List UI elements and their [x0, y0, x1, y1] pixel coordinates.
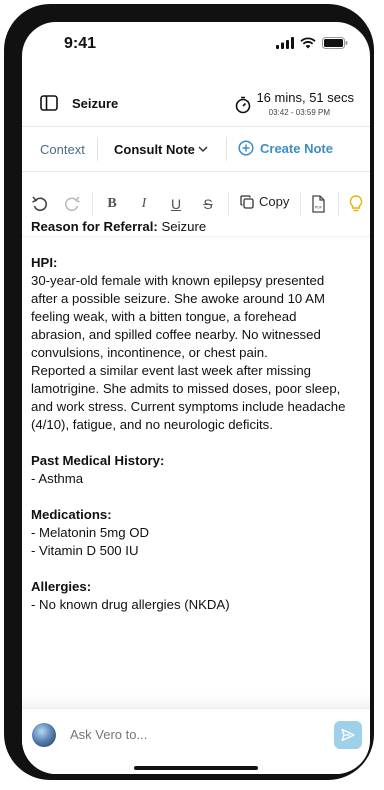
toolbar-divider: [300, 192, 301, 216]
copy-button[interactable]: Copy: [240, 194, 289, 209]
hpi-line: and work stress. Current symptoms includ…: [31, 399, 346, 414]
svg-text:PDF: PDF: [315, 205, 323, 209]
hpi-line: 30-year-old female with known epilepsy p…: [31, 273, 325, 288]
hpi-line: Reported a similar event last week after…: [31, 363, 311, 378]
hpi-line: feeling weak, with a bitten tongue, a fo…: [31, 309, 297, 324]
wifi-icon: [300, 37, 316, 49]
allergy-item: - No known drug allergies (NKDA): [31, 597, 230, 612]
chat-input[interactable]: [70, 727, 270, 742]
medication-item: - Vitamin D 500 IU: [31, 543, 139, 558]
stopwatch-icon: [235, 96, 251, 114]
underline-icon[interactable]: U: [166, 194, 186, 214]
toolbar-divider: [228, 192, 229, 216]
toolbar-divider: [92, 192, 93, 216]
content-fade: [22, 694, 370, 708]
hpi-line: abrasion, and spilled coffee nearby. No …: [31, 327, 321, 342]
note-type-select[interactable]: Consult Note: [114, 142, 195, 157]
hpi-line: lamotrigine. She admits to missed doses,…: [31, 381, 341, 396]
copy-label: Copy: [259, 194, 290, 209]
send-icon: [341, 728, 355, 742]
undo-icon[interactable]: [30, 194, 50, 214]
timer-duration: 16 mins, 51 secs: [256, 90, 354, 105]
bold-icon[interactable]: B: [102, 194, 122, 214]
toolbar-divider: [338, 192, 339, 216]
chat-bar: [22, 708, 370, 774]
hpi-line: after a possible seizure. She awoke arou…: [31, 291, 325, 306]
phone-frame: 9:41 Seizure 16 mins, 51 secs 03:42 - 03…: [4, 4, 374, 780]
home-indicator: [134, 766, 258, 770]
tab-divider: [97, 137, 98, 161]
plus-circle-icon: [238, 140, 254, 156]
session-header: Seizure 16 mins, 51 secs 03:42 - 03:59 P…: [22, 82, 370, 127]
hpi-line: convulsions, incontinence, or chest pain…: [31, 345, 268, 360]
hpi-heading: HPI:: [31, 255, 58, 270]
timer-range: 03:42 - 03:59 PM: [268, 108, 330, 117]
lightbulb-icon[interactable]: [346, 194, 366, 214]
reason-label: Reason for Referral:: [31, 219, 158, 234]
status-icons: [276, 37, 348, 49]
strikethrough-icon[interactable]: S: [198, 194, 218, 214]
copy-icon: [240, 194, 254, 209]
pmh-item: - Asthma: [31, 471, 84, 486]
tab-context[interactable]: Context: [40, 142, 85, 157]
pmh-heading: Past Medical History:: [31, 453, 165, 468]
sidebar-toggle-icon[interactable]: [40, 94, 58, 112]
signal-icon: [276, 37, 294, 49]
create-note-button[interactable]: Create Note: [238, 140, 333, 156]
note-tab-bar: Context Consult Note Create Note: [22, 127, 370, 172]
session-title: Seizure: [72, 96, 119, 111]
italic-icon[interactable]: I: [134, 194, 154, 214]
pdf-icon[interactable]: PDF: [308, 194, 328, 214]
reason-for-referral: Reason for Referral: Seizure: [31, 218, 356, 236]
medications-heading: Medications:: [31, 507, 112, 522]
consult-note-body[interactable]: Reason for Referral: Seizure HPI: 30-yea…: [31, 218, 356, 614]
send-button[interactable]: [334, 721, 362, 749]
reason-value: Seizure: [157, 219, 207, 234]
assistant-avatar: [32, 723, 56, 747]
hpi-line: (4/10), fatigue, and no neurologic defic…: [31, 417, 273, 432]
chevron-down-icon[interactable]: [197, 143, 209, 155]
status-time: 9:41: [64, 35, 97, 52]
battery-icon: [322, 37, 348, 49]
status-bar: 9:41: [22, 22, 370, 66]
app-screen: 9:41 Seizure 16 mins, 51 secs 03:42 - 03…: [22, 22, 370, 774]
redo-icon[interactable]: [62, 194, 82, 214]
allergies-heading: Allergies:: [31, 579, 92, 594]
tab-divider: [226, 137, 227, 161]
medication-item: - Melatonin 5mg OD: [31, 525, 149, 540]
create-note-label: Create Note: [260, 140, 333, 156]
